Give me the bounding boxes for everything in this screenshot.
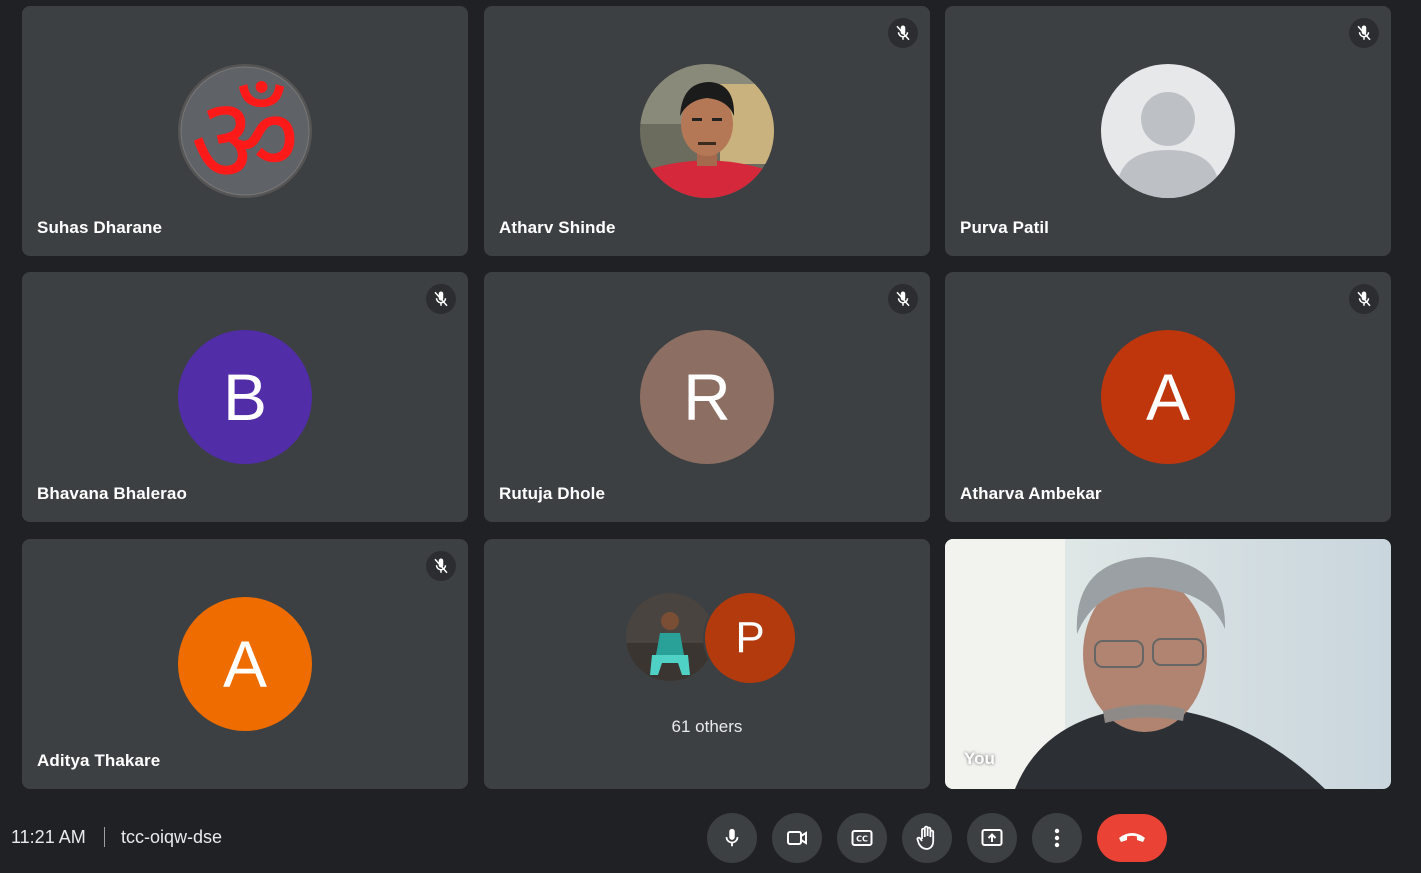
participant-tile-rutuja-dhole[interactable]: R Rutuja Dhole	[484, 272, 930, 522]
present-button[interactable]	[967, 813, 1017, 863]
mic-muted-icon	[1349, 18, 1379, 48]
self-video-tile[interactable]: You	[945, 539, 1391, 789]
microphone-button[interactable]	[707, 813, 757, 863]
participant-tile-purva-patil[interactable]: Purva Patil	[945, 6, 1391, 256]
meeting-code: tcc-oiqw-dse	[121, 827, 223, 847]
camera-icon	[787, 831, 807, 845]
captions-button[interactable]: CC	[837, 813, 887, 863]
participant-tile-atharva-ambekar[interactable]: A Atharva Ambekar	[945, 272, 1391, 522]
svg-text:CC: CC	[856, 835, 868, 844]
divider	[104, 827, 105, 847]
more-vert-icon	[1054, 828, 1060, 848]
avatar-om-icon: ॐ	[178, 64, 312, 198]
microphone-icon	[725, 828, 739, 847]
more-options-button[interactable]	[1032, 813, 1082, 863]
raise-hand-button[interactable]	[902, 813, 952, 863]
mic-muted-icon	[426, 284, 456, 314]
current-time: 11:21 AM	[11, 827, 86, 847]
end-call-icon	[1119, 833, 1145, 842]
bottom-toolbar: 11:21 AM tcc-oiqw-dse CC	[0, 800, 1421, 873]
participant-tile-aditya-thakare[interactable]: A Aditya Thakare	[22, 539, 468, 789]
participant-tile-suhas-dharane[interactable]: ॐ Suhas Dharane	[22, 6, 468, 256]
others-avatars: P	[624, 591, 804, 685]
participant-name: Bhavana Bhalerao	[37, 484, 187, 503]
avatar-initial: B	[178, 330, 312, 464]
mic-muted-icon	[888, 284, 918, 314]
avatar-initial: A	[1101, 330, 1235, 464]
default-person-icon	[1101, 64, 1235, 198]
others-tile[interactable]: P 61 others	[484, 539, 930, 789]
avatar-initial: R	[640, 330, 774, 464]
present-screen-icon	[981, 829, 1003, 846]
mic-muted-icon	[426, 551, 456, 581]
mic-muted-icon	[888, 18, 918, 48]
avatar-initial: A	[178, 597, 312, 731]
raise-hand-icon	[916, 825, 935, 850]
participant-name: Purva Patil	[960, 218, 1049, 237]
participant-name: Rutuja Dhole	[499, 484, 606, 503]
avatar-photo	[640, 64, 774, 198]
participant-name: Suhas Dharane	[37, 218, 163, 237]
leave-call-button[interactable]	[1097, 814, 1167, 862]
participant-name: Atharv Shinde	[499, 218, 616, 237]
mic-muted-icon	[1349, 284, 1379, 314]
self-video-frame	[945, 539, 1391, 789]
participant-name: Atharva Ambekar	[960, 484, 1102, 503]
self-label: You	[964, 749, 995, 768]
participant-name: Aditya Thakare	[37, 751, 161, 770]
captions-icon: CC	[851, 830, 873, 846]
avatar-initial: P	[703, 591, 797, 685]
svg-text:ॐ: ॐ	[190, 72, 299, 198]
participant-tile-bhavana-bhalerao[interactable]: B Bhavana Bhalerao	[22, 272, 468, 522]
camera-button[interactable]	[772, 813, 822, 863]
participant-tile-atharv-shinde[interactable]: Atharv Shinde	[484, 6, 930, 256]
others-count-label: 61 others	[671, 717, 743, 736]
